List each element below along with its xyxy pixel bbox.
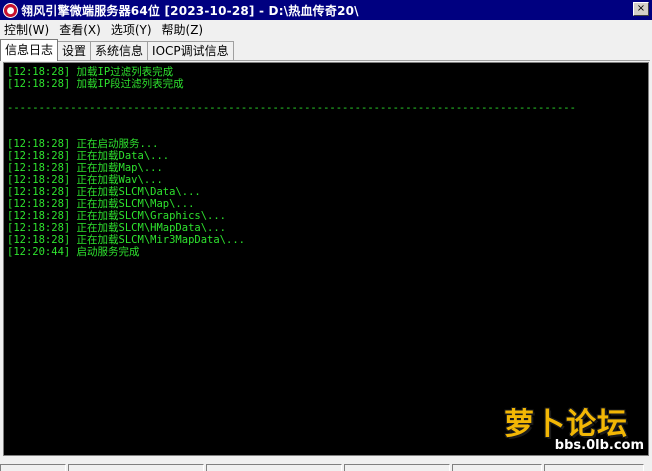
watermark-url: bbs.0lb.com [554,438,644,453]
log-blank [7,90,648,102]
menu-options[interactable]: 选项(Y) [107,21,158,38]
log-line: [12:18:28] 正在加载Wav\... [7,174,163,186]
log-line: [12:18:28] 正在加载SLCM\Map\... [7,198,195,210]
tab-iocp-debug[interactable]: IOCP调试信息 [147,41,234,61]
status-pane [452,464,542,471]
log-line: [12:18:28] 加载IP过滤列表完成 [7,66,174,78]
log-line: [12:18:28] 正在加载Map\... [7,162,163,174]
log-line: [12:18:28] 正在启动服务... [7,138,159,150]
log-separator: ----------------------------------------… [7,102,576,114]
status-pane [0,464,66,471]
status-bar [0,464,652,471]
log-line: [12:18:28] 正在加载SLCM\Data\... [7,186,201,198]
log-line: [12:20:44] 启动服务完成 [7,246,140,258]
log-blank [7,126,648,138]
status-pane [544,464,644,471]
menu-help[interactable]: 帮助(Z) [158,21,210,38]
window-controls: × [633,2,649,16]
app-logo-icon[interactable]: ● [3,2,18,18]
watermark-logo: 萝卜论坛 bbs.0lb.com [498,397,648,453]
log-line: [12:18:28] 正在加载SLCM\Graphics\... [7,210,227,222]
status-pane [344,464,450,471]
menu-control[interactable]: 控制(W) [0,21,55,38]
status-pane [68,464,204,471]
tab-info-log[interactable]: 信息日志 [0,39,59,61]
tab-system-info[interactable]: 系统信息 [90,41,149,61]
tab-strip: 信息日志 设置 系统信息 IOCP调试信息 [0,39,234,61]
log-line: [12:18:28] 加载IP段过滤列表完成 [7,78,184,90]
log-line: [12:18:28] 正在加载SLCM\HMapData\... [7,222,227,234]
tab-divider [2,60,650,61]
menu-bar: 控制(W) 查看(X) 选项(Y) 帮助(Z) [0,20,652,38]
close-button[interactable]: × [633,2,649,16]
tab-settings[interactable]: 设置 [57,41,92,61]
menu-view[interactable]: 查看(X) [55,21,107,38]
title-bar[interactable]: ● 翎风引擎微端服务器64位 [2023-10-28] - D:\热血传奇20\… [0,0,652,20]
log-line: [12:18:28] 正在加载SLCM\Mir3MapData\... [7,234,245,246]
window-title: 翎风引擎微端服务器64位 [2023-10-28] - D:\热血传奇20\ [21,3,359,18]
log-line: [12:18:28] 正在加载Data\... [7,150,170,162]
status-pane [206,464,342,471]
log-blank [7,114,648,126]
watermark-text: 萝卜论坛 [504,407,628,442]
